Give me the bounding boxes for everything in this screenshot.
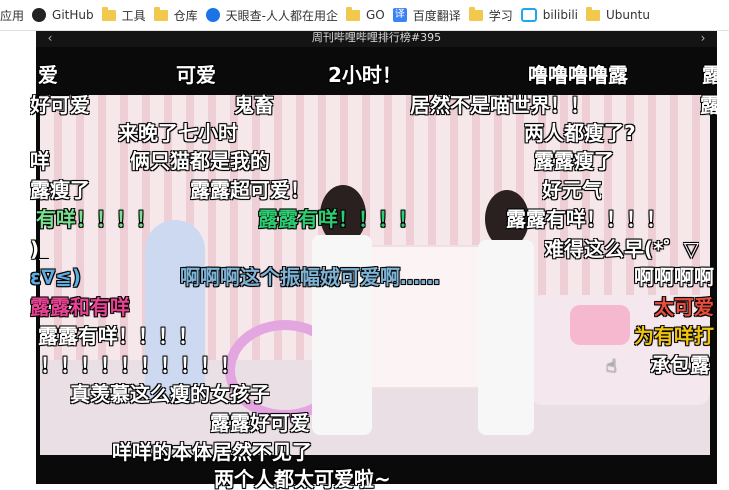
bookmark-repo[interactable]: 仓库: [153, 3, 198, 27]
danmaku-comment: 噜噜噜噜露: [528, 64, 628, 86]
bookmark-github[interactable]: GitHub: [32, 3, 94, 27]
folder-icon: [101, 6, 116, 21]
danmaku-comment: 来晚了七小时: [118, 122, 238, 144]
bookmark-repo-label: 仓库: [173, 8, 198, 23]
girl-left: [312, 235, 372, 435]
tianyancha-icon: [205, 8, 220, 22]
danmaku-comment: 承包露: [650, 354, 710, 376]
prev-arrow-icon[interactable]: ‹: [42, 31, 58, 45]
bookmark-ubuntu[interactable]: Ubuntu: [586, 3, 650, 27]
danmaku-comment: 好可爱: [30, 94, 90, 116]
player-title-bar: ‹ 周刊哔哩哔哩排行榜#395 ›: [36, 31, 717, 47]
translate-icon: 译: [392, 8, 407, 22]
bookmark-tianyancha-label: 天眼查-人人都在用企: [225, 8, 338, 23]
danmaku-comment: 露露有咩！！！！: [258, 208, 418, 230]
danmaku-comment: 为有咩打: [634, 325, 714, 347]
danmaku-comment: 两个人都太可爱啦~: [214, 468, 391, 490]
bookmark-baidu-translate[interactable]: 译 百度翻译: [392, 3, 461, 27]
folder-icon: [153, 6, 168, 21]
danmaku-comment: 咩: [30, 150, 50, 172]
bookmark-tools-label: 工具: [121, 8, 146, 23]
bookmark-bilibili[interactable]: bilibili: [520, 3, 579, 27]
page-edge: [717, 31, 729, 484]
danmaku-comment: ε∇≦): [30, 266, 81, 288]
danmaku-comment: 露露有咩！！！！: [506, 208, 666, 230]
bookmark-apps-label: 应用: [0, 8, 25, 23]
danmaku-comment: 好元气: [542, 179, 602, 201]
github-icon: [32, 8, 47, 22]
girl-right: [478, 240, 534, 435]
danmaku-comment: ！！！！！！！！！！: [40, 354, 240, 376]
danmaku-comment: 爱: [38, 64, 58, 86]
danmaku-comment: 有咩！！！！: [36, 208, 156, 230]
folder-icon: [468, 6, 483, 21]
bookmark-ubuntu-label: Ubuntu: [606, 8, 650, 22]
danmaku-comment: 露露有咩！！！！: [38, 325, 198, 347]
bilibili-icon: [520, 8, 537, 22]
danmaku-comment: 太可爱: [654, 296, 714, 318]
danmaku-comment: 两人都瘦了?: [524, 122, 636, 144]
hand-cursor-icon: ☝: [606, 356, 617, 377]
danmaku-comment: 真羡慕这么瘦的女孩子: [70, 383, 270, 405]
danmaku-comment: 露露瘦了: [534, 150, 614, 172]
video-title: 周刊哔哩哔哩排行榜#395: [311, 31, 442, 44]
bookmark-tools[interactable]: 工具: [101, 3, 146, 27]
folder-icon: [586, 6, 601, 21]
danmaku-comment: 咩咩的本体居然不见了: [112, 441, 312, 463]
danmaku-comment: 露露超可爱！: [190, 179, 310, 201]
danmaku-comment: 可爱: [176, 64, 216, 86]
bookmark-github-label: GitHub: [52, 8, 94, 22]
danmaku-comment: )_: [30, 238, 50, 260]
bookmark-study[interactable]: 学习: [468, 3, 513, 27]
danmaku-comment: 露瘦了: [30, 179, 90, 201]
danmaku-comment: 居然不是喵世界！！: [410, 94, 590, 116]
bookmarks-bar: 应用 GitHub 工具 仓库 天眼查-人人都在用企 GO 译 百度翻译 学习 …: [0, 0, 729, 31]
video-pillow: [570, 305, 630, 345]
bookmark-study-label: 学习: [488, 8, 513, 23]
danmaku-comment: 露: [700, 94, 717, 116]
bookmark-apps[interactable]: 应用: [0, 3, 24, 27]
next-arrow-icon[interactable]: ›: [695, 31, 711, 45]
danmaku-comment: 露: [702, 64, 717, 86]
danmaku-comment: 2小时！: [328, 64, 402, 86]
folder-icon: [345, 6, 360, 21]
bookmark-baidu-translate-label: 百度翻译: [412, 8, 461, 23]
bookmark-tianyancha[interactable]: 天眼查-人人都在用企: [205, 3, 338, 27]
danmaku-comment: 啊啊啊啊: [634, 266, 714, 288]
danmaku-comment: 露露好可爱: [210, 412, 310, 434]
danmaku-comment: 露露和有咩: [30, 296, 130, 318]
bookmark-go[interactable]: GO: [345, 3, 385, 27]
danmaku-comment: 难得这么早(*゜▽: [544, 238, 699, 260]
danmaku-comment: 俩只猫都是我的: [130, 150, 270, 172]
danmaku-comment: 鬼畜: [234, 94, 274, 116]
bookmark-go-label: GO: [365, 8, 385, 22]
bookmark-bilibili-label: bilibili: [542, 8, 579, 22]
danmaku-comment: 啊啊啊这个振幅娀可爱啊……: [180, 266, 440, 288]
